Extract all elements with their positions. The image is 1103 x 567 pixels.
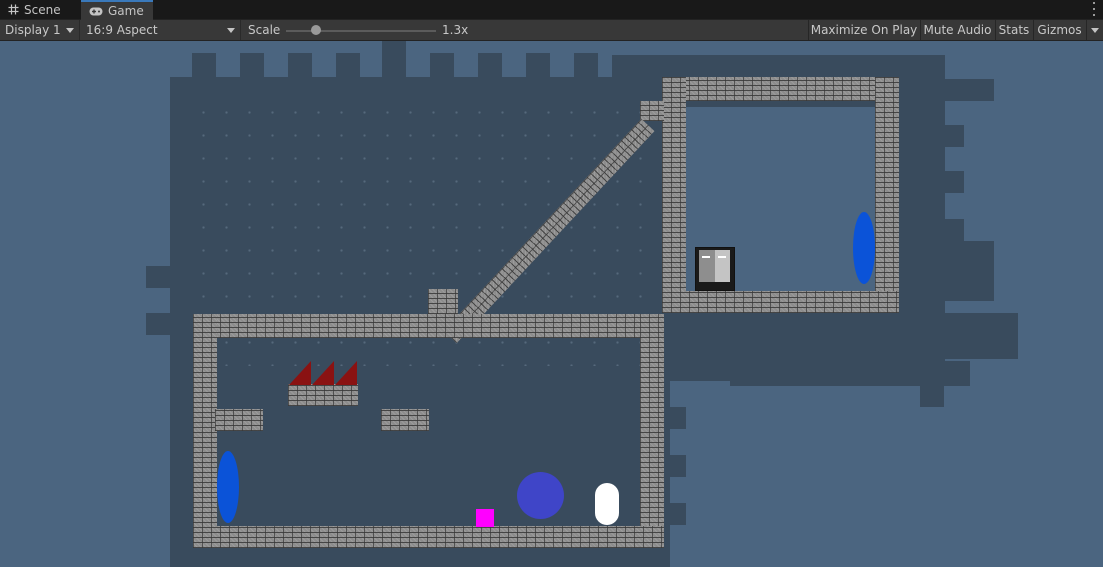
pink-cube	[476, 509, 494, 527]
scale-label: Scale	[248, 23, 281, 37]
battlement	[288, 53, 312, 81]
battlement	[382, 41, 406, 81]
battlement	[430, 53, 454, 81]
battlement	[574, 53, 598, 81]
hash-icon	[8, 4, 19, 15]
wall-left	[662, 77, 686, 313]
wall-notch	[942, 313, 1018, 359]
stats-button[interactable]: Stats	[995, 20, 1032, 40]
player-character	[695, 247, 735, 291]
wall-notch	[942, 79, 994, 101]
portal-left	[217, 451, 239, 523]
chevron-down-icon	[66, 28, 74, 33]
maximize-on-play-button[interactable]: Maximize On Play	[808, 20, 919, 40]
tab-strip: Scene Game	[0, 0, 1103, 20]
spike-hazard	[312, 361, 334, 385]
tab-game[interactable]: Game	[81, 0, 153, 20]
scale-value: 1.3x	[442, 23, 469, 37]
ledge-left	[215, 409, 263, 431]
wall-right	[875, 77, 899, 313]
mute-audio-button[interactable]: Mute Audio	[920, 20, 994, 40]
battlement	[240, 53, 264, 81]
spike-hazard	[289, 361, 311, 385]
tab-scene-label: Scene	[24, 2, 61, 17]
battlement	[478, 53, 502, 81]
wall-notch	[146, 313, 194, 335]
battlement	[336, 53, 360, 81]
wall-notch	[942, 219, 964, 241]
gizmos-button[interactable]: Gizmos	[1033, 20, 1085, 40]
gizmos-dropdown[interactable]	[1086, 20, 1103, 40]
battlement	[526, 53, 550, 81]
gamepad-icon	[89, 7, 103, 16]
wall-top	[193, 314, 663, 338]
tab-scene[interactable]: Scene	[0, 0, 80, 19]
wall-floor	[193, 526, 663, 548]
wall-notch	[942, 241, 994, 301]
stair-landing	[640, 101, 664, 121]
white-capsule	[595, 483, 619, 525]
scale-slider-track[interactable]	[286, 30, 436, 32]
wall-notch	[942, 171, 964, 193]
game-viewport[interactable]	[0, 41, 1103, 567]
wall-left	[193, 314, 217, 548]
game-toolbar: Display 1 16:9 Aspect Scale 1.3x Maximiz…	[0, 20, 1103, 41]
display-dropdown[interactable]: Display 1	[0, 20, 80, 40]
ledge-middle	[381, 409, 429, 431]
wall-notch	[146, 266, 194, 288]
portal-right	[853, 212, 875, 284]
display-dropdown-label: Display 1	[5, 23, 61, 37]
aspect-dropdown[interactable]: 16:9 Aspect	[81, 20, 241, 40]
wall-notch	[942, 125, 964, 147]
wall-floor	[662, 291, 898, 313]
tab-game-label: Game	[108, 4, 144, 18]
spike-hazard	[335, 361, 357, 385]
chevron-down-icon	[227, 28, 235, 33]
battlement	[192, 53, 216, 81]
scale-slider-handle[interactable]	[311, 25, 321, 35]
wall-top	[662, 77, 898, 101]
spike-ledge	[288, 384, 358, 406]
blue-ball	[517, 472, 564, 519]
chevron-down-icon	[1091, 28, 1099, 33]
room-shadow-corridor-tail	[920, 361, 944, 407]
aspect-dropdown-label: 16:9 Aspect	[86, 23, 158, 37]
wall-right	[640, 314, 664, 548]
more-options-icon[interactable]	[1091, 2, 1097, 16]
